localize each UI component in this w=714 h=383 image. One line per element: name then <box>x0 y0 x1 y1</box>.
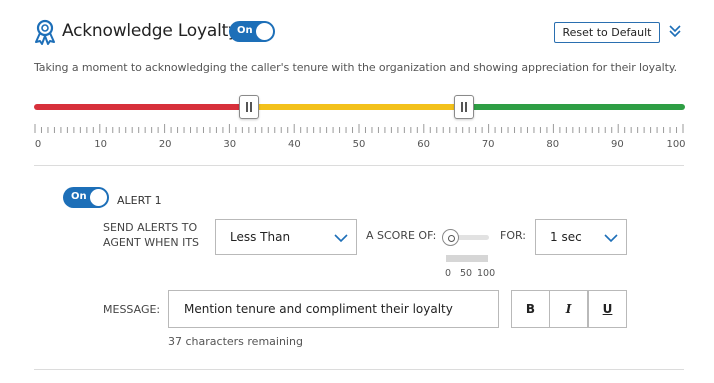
duration-value: 1 sec <box>550 230 582 244</box>
page-title: Acknowledge Loyalty <box>62 21 238 41</box>
section-divider <box>34 369 684 370</box>
scale-tick-label: 0 <box>34 139 42 150</box>
scale-tick-label: 20 <box>158 139 172 150</box>
bold-button[interactable]: B <box>511 290 550 328</box>
send-alerts-label: SEND ALERTS TO AGENT WHEN ITS <box>103 220 199 250</box>
scale-tick-label: 100 <box>666 139 686 150</box>
mid-range-bar <box>250 104 464 110</box>
characters-remaining: 37 characters remaining <box>168 335 303 348</box>
scale-tick-label: 90 <box>611 139 624 150</box>
alert-title: ALERT 1 <box>117 194 162 207</box>
section-divider <box>34 165 684 166</box>
underline-button[interactable]: U <box>588 290 627 328</box>
scale-ticks <box>34 124 684 133</box>
comparison-value: Less Than <box>230 230 291 244</box>
toggle-label: On <box>237 25 253 36</box>
reset-to-default-button[interactable]: Reset to Default <box>554 22 660 43</box>
message-label: MESSAGE: <box>103 303 161 316</box>
high-threshold-handle[interactable] <box>454 95 475 119</box>
chevron-down-icon <box>334 234 348 243</box>
ribbon-award-icon <box>35 19 55 45</box>
comparison-select[interactable]: Less Than <box>215 219 357 255</box>
scale-tick-label: 40 <box>288 139 301 150</box>
italic-button[interactable]: I <box>549 290 588 328</box>
score-tick-label: 0 <box>445 268 452 279</box>
chevron-down-icon <box>604 234 618 243</box>
score-slider-knob[interactable] <box>442 229 459 246</box>
low-threshold-handle[interactable] <box>239 95 260 119</box>
send-alerts-label-line1: SEND ALERTS TO <box>103 221 198 234</box>
alert-toggle[interactable]: On <box>63 187 109 208</box>
alert-toggle-label: On <box>71 191 87 202</box>
scale-tick-label: 80 <box>546 139 560 150</box>
loyalty-settings-panel: Acknowledge Loyalty On Reset to Default … <box>0 0 714 383</box>
message-input[interactable]: Mention tenure and compliment their loya… <box>168 290 499 328</box>
toggle-knob <box>254 21 275 42</box>
double-chevron-down-icon[interactable] <box>668 23 682 39</box>
for-label: FOR: <box>500 229 526 242</box>
score-tick-label: 50 <box>460 268 473 279</box>
scale-tick-label: 10 <box>94 139 107 150</box>
send-alerts-label-line2: AGENT WHEN ITS <box>103 236 200 249</box>
scale-tick-label: 50 <box>352 139 366 150</box>
scale-tick-label: 60 <box>417 139 430 150</box>
score-slider-ticks <box>446 255 488 262</box>
scale-tick-label: 70 <box>481 139 495 150</box>
description-text: Taking a moment to acknowledging the cal… <box>34 61 678 74</box>
score-tick-label: 100 <box>477 268 496 279</box>
duration-select[interactable]: 1 sec <box>535 219 627 255</box>
enable-toggle[interactable]: On <box>229 21 275 42</box>
low-range-bar <box>34 104 252 110</box>
alert-toggle-knob <box>88 187 109 208</box>
score-label: A SCORE OF: <box>366 229 437 242</box>
high-range-bar <box>462 104 685 110</box>
scale-tick-label: 30 <box>223 139 237 150</box>
